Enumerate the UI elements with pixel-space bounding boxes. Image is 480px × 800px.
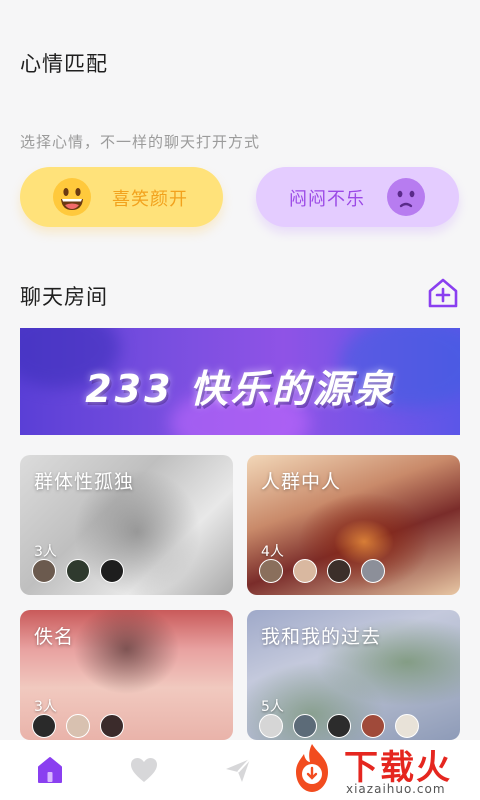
- watermark-url: xiazaihuo.com: [346, 782, 446, 796]
- avatar: [100, 714, 124, 738]
- room-card[interactable]: 群体性孤独 3人: [20, 455, 233, 595]
- sad-face-icon: [387, 178, 425, 216]
- room-member-count: 5人: [261, 699, 284, 715]
- member-avatars: [259, 559, 385, 583]
- site-watermark: 下载火 xiazaihuo.com: [280, 738, 480, 800]
- sad-mood-label: 闷闷不乐: [289, 189, 365, 210]
- member-avatars: [32, 714, 124, 738]
- banner-title: 233 快乐的源泉: [85, 367, 395, 411]
- mood-match-page: 心情匹配 选择心情，不一样的聊天打开方式 喜笑颜开 闷闷不乐 聊天房间 233: [0, 0, 480, 800]
- avatar: [327, 714, 351, 738]
- room-card[interactable]: 人群中人 4人: [247, 455, 460, 595]
- room-card[interactable]: 我和我的过去 5人: [247, 610, 460, 740]
- add-room-icon[interactable]: [426, 277, 460, 309]
- avatar: [259, 714, 283, 738]
- avatar: [361, 714, 385, 738]
- sad-mood-button[interactable]: 闷闷不乐: [256, 167, 459, 227]
- room-name: 人群中人: [261, 471, 342, 493]
- mood-section-title: 心情匹配: [20, 52, 108, 76]
- room-member-count: 3人: [34, 544, 57, 560]
- heart-icon[interactable]: [128, 754, 160, 786]
- avatar: [361, 559, 385, 583]
- laughing-face-icon: [53, 178, 91, 216]
- home-icon[interactable]: [34, 754, 66, 786]
- room-member-count: 4人: [261, 544, 284, 560]
- avatar: [293, 714, 317, 738]
- mood-section-subtitle: 选择心情，不一样的聊天打开方式: [20, 133, 261, 151]
- avatar: [100, 559, 124, 583]
- happy-mood-label: 喜笑颜开: [112, 189, 188, 210]
- avatar: [259, 559, 283, 583]
- avatar: [327, 559, 351, 583]
- chat-banner[interactable]: 233 快乐的源泉: [20, 328, 460, 435]
- avatar: [293, 559, 317, 583]
- chat-rooms-title: 聊天房间: [20, 285, 108, 309]
- flame-logo-icon: [296, 744, 328, 792]
- avatar: [32, 559, 56, 583]
- avatar: [32, 714, 56, 738]
- avatar: [66, 559, 90, 583]
- room-name: 佚名: [34, 626, 75, 648]
- member-avatars: [32, 559, 124, 583]
- happy-mood-button[interactable]: 喜笑颜开: [20, 167, 223, 227]
- member-avatars: [259, 714, 419, 738]
- room-name: 群体性孤独: [34, 471, 135, 493]
- room-member-count: 3人: [34, 699, 57, 715]
- send-icon[interactable]: [222, 754, 254, 786]
- avatar: [66, 714, 90, 738]
- room-name: 我和我的过去: [261, 626, 382, 648]
- avatar: [395, 714, 419, 738]
- room-card[interactable]: 佚名 3人: [20, 610, 233, 740]
